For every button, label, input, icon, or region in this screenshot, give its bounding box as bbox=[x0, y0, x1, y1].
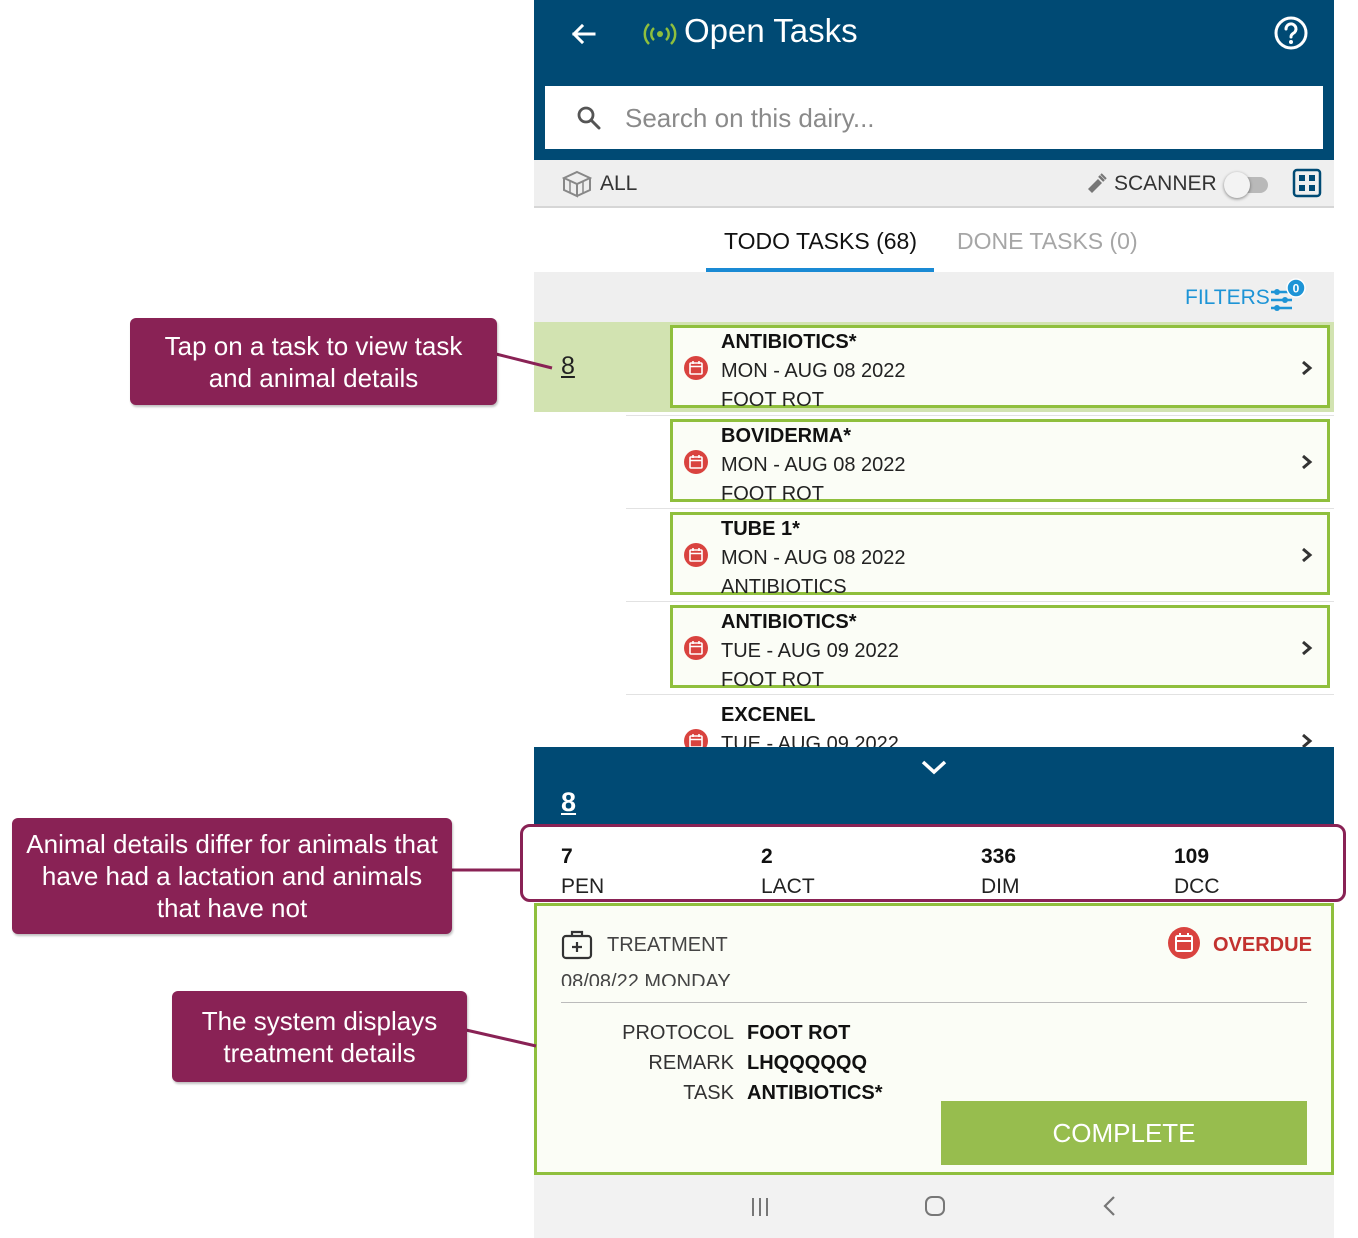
page-title: Open Tasks bbox=[684, 12, 858, 49]
filter-count-badge: 0 bbox=[1293, 282, 1300, 296]
chevron-right-icon bbox=[1302, 640, 1313, 656]
overdue-calendar-icon bbox=[684, 356, 708, 380]
task-name: EXCENEL bbox=[721, 704, 816, 726]
overdue-calendar-icon bbox=[684, 729, 708, 747]
task-card[interactable]: ANTIBIOTICS* MON - AUG 08 2022 FOOT ROT bbox=[670, 325, 1330, 411]
divider bbox=[561, 1002, 1307, 1003]
task-name: ANTIBIOTICS* bbox=[721, 331, 857, 353]
chevron-right-icon bbox=[1302, 454, 1313, 470]
treatment-title: TREATMENT bbox=[607, 934, 728, 956]
search-icon bbox=[577, 106, 601, 130]
callout-animal-details: Animal details differ for animals that h… bbox=[12, 818, 452, 934]
chevron-right-icon bbox=[1302, 733, 1313, 747]
task-key: TASK bbox=[683, 1082, 734, 1104]
task-card[interactable]: EXCENEL TUE - AUG 09 2022 bbox=[670, 698, 1330, 747]
task-name: TUBE 1* bbox=[721, 518, 800, 540]
task-card[interactable]: ANTIBIOTICS* TUE - AUG 09 2022 FOOT ROT bbox=[670, 605, 1330, 691]
task-card[interactable]: BOVIDERMA* MON - AUG 08 2022 FOOT ROT bbox=[670, 419, 1330, 505]
nav-back-icon[interactable] bbox=[1100, 1194, 1120, 1218]
task-row[interactable]: EXCENEL TUE - AUG 09 2022 bbox=[626, 694, 1334, 747]
task-date: TUE - AUG 09 2022 bbox=[721, 733, 899, 747]
treatment-date-clip: 08/08/22 MONDAY bbox=[561, 968, 1301, 986]
chevron-down-icon[interactable] bbox=[918, 755, 950, 779]
task-date: MON - AUG 08 2022 bbox=[721, 547, 906, 569]
filters-button[interactable]: FILTERS bbox=[1185, 286, 1270, 310]
overdue-calendar-icon bbox=[684, 450, 708, 474]
task-card[interactable]: TUBE 1* MON - AUG 08 2022 ANTIBIOTICS bbox=[670, 512, 1330, 598]
search-bar bbox=[545, 86, 1323, 149]
task-date: TUE - AUG 09 2022 bbox=[721, 640, 899, 662]
recent-apps-icon[interactable] bbox=[748, 1195, 772, 1219]
grid-view-icon[interactable] bbox=[1292, 168, 1322, 198]
cube-icon[interactable] bbox=[562, 170, 592, 198]
overdue-calendar-icon bbox=[684, 636, 708, 660]
phone-screen: Open Tasks ALL SCAN bbox=[534, 0, 1334, 1238]
tab-todo-tasks[interactable]: TODO TASKS (68) bbox=[724, 228, 917, 255]
task-protocol: FOOT ROT bbox=[721, 389, 824, 411]
detail-animal-id[interactable]: 8 bbox=[561, 787, 576, 818]
protocol-key: PROTOCOL bbox=[622, 1022, 734, 1044]
task-protocol: FOOT ROT bbox=[721, 483, 824, 505]
overdue-calendar-icon bbox=[1168, 927, 1200, 959]
callout-tap-task: Tap on a task to view task and animal de… bbox=[130, 318, 497, 405]
overdue-calendar-icon bbox=[684, 543, 708, 567]
task-name: ANTIBIOTICS* bbox=[721, 611, 857, 633]
home-icon[interactable] bbox=[923, 1194, 947, 1218]
task-date: MON - AUG 08 2022 bbox=[721, 360, 906, 382]
broadcast-icon bbox=[643, 23, 677, 45]
toggle-knob bbox=[1224, 172, 1250, 198]
task-list: 8 ANTIBIOTICS* MON - AUG 08 2022 FOOT RO… bbox=[534, 322, 1334, 747]
system-nav-bar bbox=[534, 1175, 1334, 1238]
task-row[interactable]: ANTIBIOTICS* TUE - AUG 09 2022 FOOT ROT bbox=[626, 601, 1334, 694]
app-bar: Open Tasks bbox=[534, 0, 1334, 160]
arrow-left-icon bbox=[571, 23, 596, 45]
stats-highlight-box bbox=[520, 824, 1346, 902]
scanner-label: SCANNER bbox=[1114, 172, 1217, 195]
callout-treatment-details: The system displays treatment details bbox=[172, 991, 467, 1082]
animal-detail-header: 8 bbox=[534, 747, 1334, 825]
task-value: ANTIBIOTICS* bbox=[747, 1082, 883, 1104]
task-tabs: TODO TASKS (68) DONE TASKS (0) bbox=[534, 210, 1334, 272]
task-name: BOVIDERMA* bbox=[721, 425, 852, 447]
back-button[interactable] bbox=[564, 14, 604, 54]
filter-toolbar: ALL SCANNER bbox=[534, 160, 1334, 208]
medical-kit-icon bbox=[561, 930, 593, 960]
scanner-icon bbox=[1088, 173, 1107, 193]
treatment-date: 08/08/22 MONDAY bbox=[561, 971, 731, 986]
help-circle-icon bbox=[1274, 16, 1308, 50]
scanner-toggle[interactable] bbox=[1224, 172, 1270, 198]
remark-key: REMARK bbox=[648, 1052, 734, 1074]
treatment-card: TREATMENT OVERDUE 08/08/22 MONDAY PROTOC… bbox=[534, 903, 1334, 1175]
remark-value: LHQQQQQQ bbox=[747, 1052, 867, 1074]
task-row[interactable]: TUBE 1* MON - AUG 08 2022 ANTIBIOTICS bbox=[626, 508, 1334, 601]
task-row[interactable]: ANTIBIOTICS* MON - AUG 08 2022 FOOT ROT bbox=[626, 322, 1334, 415]
task-date: MON - AUG 08 2022 bbox=[721, 454, 906, 476]
filters-icon[interactable]: 0 bbox=[1268, 278, 1310, 312]
animal-id-link[interactable]: 8 bbox=[561, 352, 575, 381]
chevron-right-icon bbox=[1302, 547, 1313, 563]
all-filter-label[interactable]: ALL bbox=[600, 172, 637, 196]
chevron-right-icon bbox=[1302, 360, 1313, 376]
task-row[interactable]: BOVIDERMA* MON - AUG 08 2022 FOOT ROT bbox=[626, 415, 1334, 508]
task-protocol: ANTIBIOTICS bbox=[721, 576, 847, 598]
task-protocol: FOOT ROT bbox=[721, 669, 824, 691]
help-button[interactable] bbox=[1272, 14, 1310, 52]
overdue-status: OVERDUE bbox=[1213, 934, 1312, 956]
protocol-value: FOOT ROT bbox=[747, 1022, 851, 1044]
tab-done-tasks[interactable]: DONE TASKS (0) bbox=[957, 228, 1138, 255]
filters-bar: FILTERS 0 bbox=[534, 272, 1334, 322]
complete-button[interactable]: COMPLETE bbox=[941, 1101, 1307, 1165]
search-input[interactable] bbox=[625, 98, 1305, 138]
